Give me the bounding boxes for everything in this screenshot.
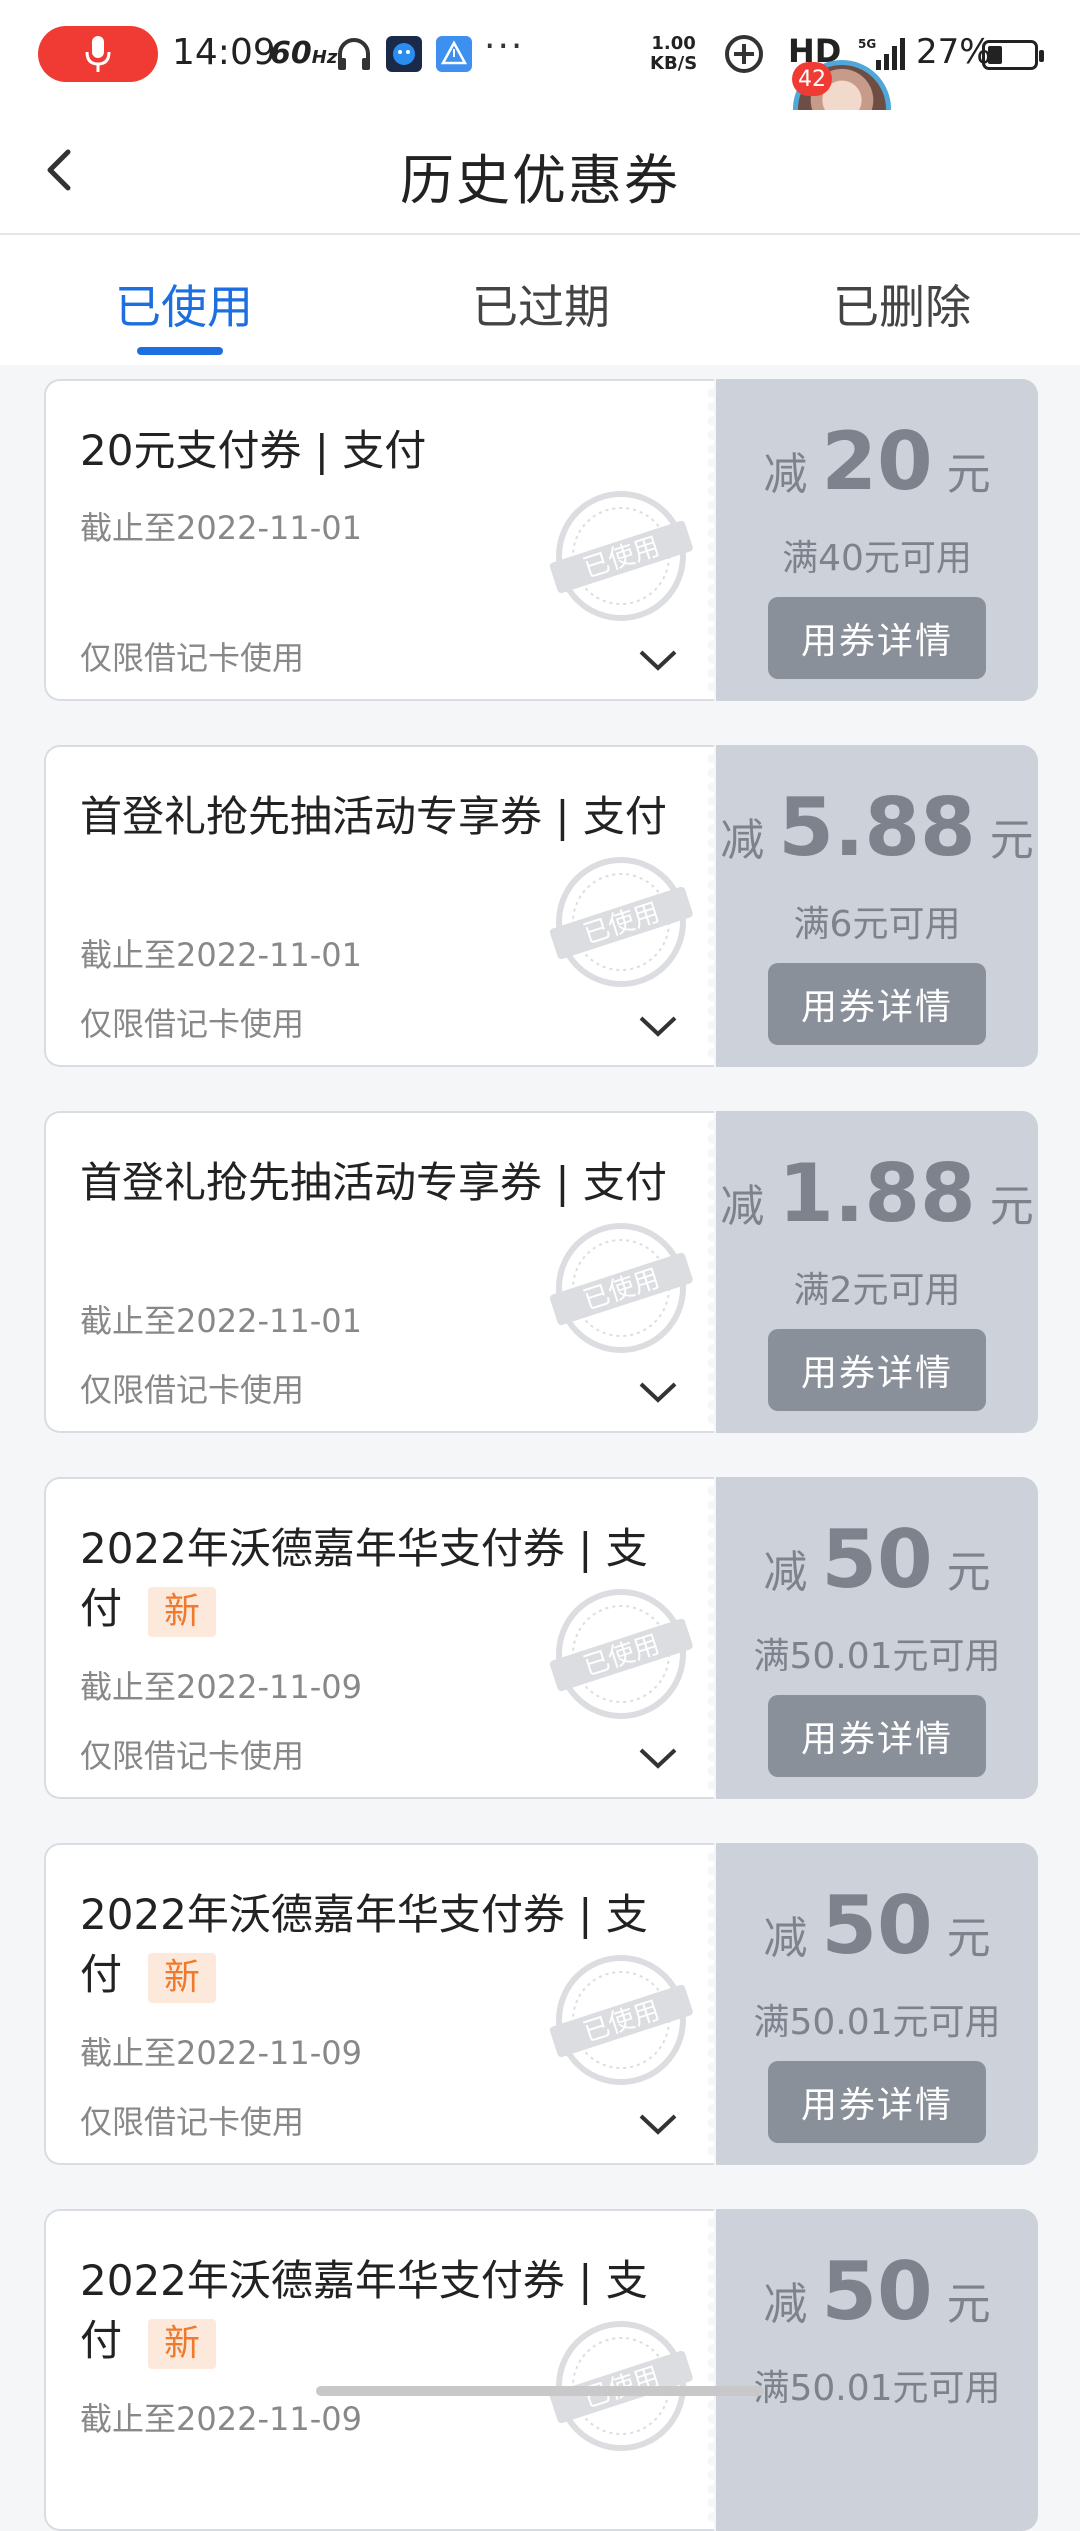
coupon-expiry-date: 截止至2022-11-09 [80, 1668, 362, 1706]
status-bar: 14:09 60Hz ··· 1.00 KB/S HD 5G 27% [0, 0, 1080, 110]
warning-app-icon [436, 36, 472, 72]
minimum-spend: 满50.01元可用 [753, 2368, 1001, 2409]
coupon-expiry-date: 截止至2022-11-01 [80, 936, 362, 974]
used-stamp-icon: 已使用 [549, 1223, 693, 1353]
coupon-expiry-date: 截止至2022-11-01 [80, 1302, 362, 1340]
coupon-detail-button[interactable]: 用券详情 [768, 2061, 986, 2143]
coupon-expiry-date: 截止至2022-11-09 [80, 2034, 362, 2072]
discount-amount: 减 50 元 [763, 2245, 991, 2338]
unread-count-badge: 42 [792, 62, 832, 96]
coupon-info: 首登礼抢先抽活动专享券 | 支付 截止至2022-11-01 仅限借记卡使用 已… [44, 745, 714, 1067]
app-notification-icon [386, 36, 422, 72]
network-speed: 1.00 KB/S [650, 33, 698, 74]
discount-amount: 减 1.88 元 [720, 1147, 1034, 1240]
coupon-value-panel: 减 50 元 满50.01元可用 用券详情 [716, 1843, 1038, 2165]
coupon-usage-note: 仅限借记卡使用 [80, 1371, 305, 1409]
coupon-value-panel: 减 20 元 满40元可用 用券详情 [716, 379, 1038, 701]
coupon-detail-button[interactable]: 用券详情 [768, 963, 986, 1045]
used-stamp-icon: 已使用 [549, 1955, 693, 2085]
battery-percent: 27% [916, 32, 992, 72]
coupon-info: 首登礼抢先抽活动专享券 | 支付 截止至2022-11-01 仅限借记卡使用 已… [44, 1111, 714, 1433]
used-stamp-icon: 已使用 [549, 857, 693, 987]
coupon-info: 2022年沃德嘉年华支付券 | 支付新 截止至2022-11-09 已使用 [44, 2209, 714, 2531]
coupon-usage-note: 仅限借记卡使用 [80, 1737, 305, 1775]
clock: 14:09 [172, 32, 276, 73]
coupon-info: 2022年沃德嘉年华支付券 | 支付新 截止至2022-11-09 仅限借记卡使… [44, 1843, 714, 2165]
stamp-label: 已使用 [580, 1264, 663, 1317]
chevron-down-icon[interactable] [636, 2109, 680, 2139]
coupon-card[interactable]: 2022年沃德嘉年华支付券 | 支付新 截止至2022-11-09 仅限借记卡使… [44, 1477, 1038, 1799]
discount-amount: 减 50 元 [763, 1879, 991, 1972]
used-stamp-icon: 已使用 [549, 1589, 693, 1719]
headphones-icon [338, 38, 370, 70]
coupon-usage-note: 仅限借记卡使用 [80, 1005, 305, 1043]
used-stamp-icon: 已使用 [549, 491, 693, 621]
coupon-card[interactable]: 2022年沃德嘉年华支付券 | 支付新 截止至2022-11-09 仅限借记卡使… [44, 1843, 1038, 2165]
coupon-value-panel: 减 5.88 元 满6元可用 用券详情 [716, 745, 1038, 1067]
microphone-icon [85, 36, 111, 72]
stamp-label: 已使用 [580, 532, 663, 585]
active-tab-indicator [137, 347, 223, 355]
battery-icon [982, 40, 1044, 70]
tab-expired[interactable]: 已过期 [472, 271, 610, 337]
discount-amount: 减 20 元 [763, 415, 991, 508]
coupon-value-panel: 减 50 元 满50.01元可用 用券详情 [716, 1477, 1038, 1799]
coupon-expiry-date: 截止至2022-11-01 [80, 509, 362, 547]
coupon-expiry-date: 截止至2022-11-09 [80, 2400, 362, 2438]
coupon-card[interactable]: 2022年沃德嘉年华支付券 | 支付新 截止至2022-11-09 已使用 减5… [44, 2209, 1038, 2531]
coupon-status-tabs: 已使用 已过期 已删除 [0, 235, 1080, 365]
voice-recording-indicator[interactable] [38, 26, 158, 82]
chevron-down-icon[interactable] [636, 1011, 680, 1041]
new-badge: 新 [148, 2318, 217, 2369]
new-badge: 新 [148, 1952, 217, 2003]
coupon-card[interactable]: 首登礼抢先抽活动专享券 | 支付 截止至2022-11-01 仅限借记卡使用 已… [44, 745, 1038, 1067]
coupon-value-panel: 减 50 元 满50.01元可用 [716, 2209, 1038, 2531]
minimum-spend: 满6元可用 [793, 904, 961, 945]
coupon-title: 首登礼抢先抽活动专享券 | 支付 [80, 792, 667, 841]
chevron-down-icon[interactable] [636, 1743, 680, 1773]
coupon-usage-note: 仅限借记卡使用 [80, 2103, 305, 2141]
coupon-value-panel: 减 1.88 元 满2元可用 用券详情 [716, 1111, 1038, 1433]
home-indicator[interactable] [316, 2386, 764, 2396]
coupon-info: 2022年沃德嘉年华支付券 | 支付新 截止至2022-11-09 仅限借记卡使… [44, 1477, 714, 1799]
coupon-card[interactable]: 20元支付券 | 支付 截止至2022-11-01 仅限借记卡使用 已使用 减2… [44, 379, 1038, 701]
minimum-spend: 满2元可用 [793, 1270, 961, 1311]
coupon-info: 20元支付券 | 支付 截止至2022-11-01 仅限借记卡使用 已使用 [44, 379, 714, 701]
coupon-detail-button[interactable]: 用券详情 [768, 597, 986, 679]
minimum-spend: 满40元可用 [782, 538, 972, 579]
coupon-usage-note: 仅限借记卡使用 [80, 639, 305, 677]
navigation-bar: 历史优惠券 [0, 110, 1080, 235]
refresh-rate: 60Hz [270, 36, 338, 71]
stamp-label: 已使用 [580, 1630, 663, 1683]
discount-amount: 减 50 元 [763, 1513, 991, 1606]
new-badge: 新 [148, 1586, 217, 1637]
coupon-title: 20元支付券 | 支付 [80, 426, 427, 475]
svg-text:5G: 5G [858, 37, 876, 51]
minimum-spend: 满50.01元可用 [753, 2002, 1001, 2043]
coupon-title: 首登礼抢先抽活动专享券 | 支付 [80, 1158, 667, 1207]
stamp-label: 已使用 [580, 1996, 663, 2049]
coupon-detail-button[interactable]: 用券详情 [768, 1329, 986, 1411]
data-saver-icon [725, 35, 763, 73]
chevron-down-icon[interactable] [636, 1377, 680, 1407]
stamp-label: 已使用 [580, 898, 663, 951]
more-notifications-icon: ··· [484, 26, 525, 67]
page-title: 历史优惠券 [400, 149, 680, 212]
discount-amount: 减 5.88 元 [720, 781, 1034, 874]
tab-used[interactable]: 已使用 [115, 271, 253, 337]
minimum-spend: 满50.01元可用 [753, 1636, 1001, 1677]
chevron-down-icon[interactable] [636, 645, 680, 675]
coupon-detail-button[interactable]: 用券详情 [768, 1695, 986, 1777]
coupon-card[interactable]: 首登礼抢先抽活动专享券 | 支付 截止至2022-11-01 仅限借记卡使用 已… [44, 1111, 1038, 1433]
tab-deleted[interactable]: 已删除 [833, 271, 971, 337]
